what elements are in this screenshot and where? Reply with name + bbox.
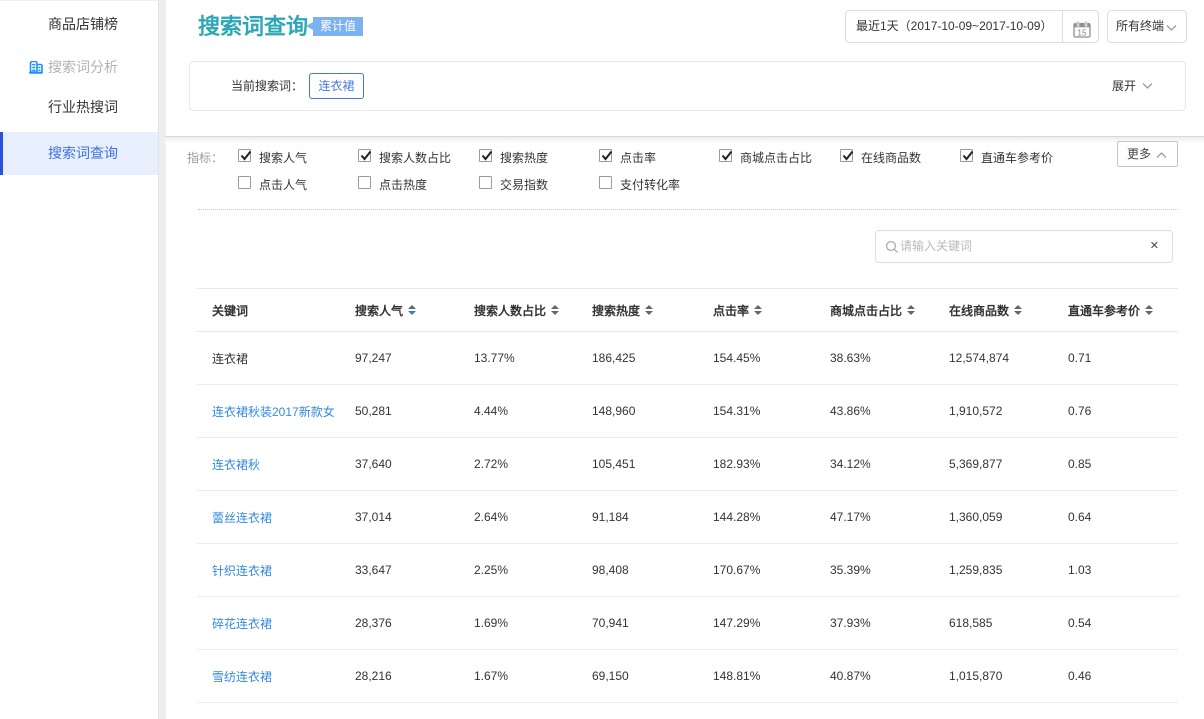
svg-text:15: 15 xyxy=(1077,27,1087,37)
